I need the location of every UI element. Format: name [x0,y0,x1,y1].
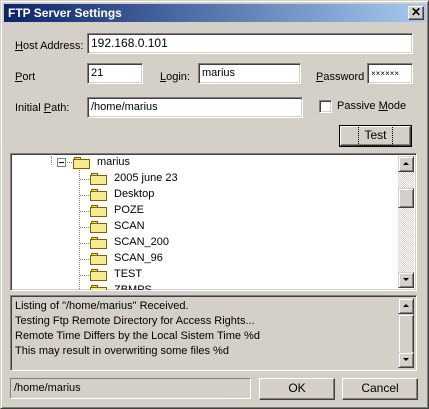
log-line: Listing of "/home/marius" Received. [15,300,189,312]
test-button[interactable]: Test [339,125,412,147]
login-input[interactable]: marius [198,63,301,84]
folder-icon [90,269,107,281]
tree-node-label: TEST [114,268,143,280]
folder-icon [90,173,107,185]
initial-path-label: Initial Path: [15,102,70,114]
host-address-label: Host Address: [15,40,84,52]
folder-icon [90,237,107,249]
tree-node-label: ZBMPS [114,284,152,291]
folder-icon [90,205,107,217]
title-bar[interactable]: FTP Server Settings ✕ [4,4,426,22]
chevron-down-icon [403,278,409,281]
folder-icon [73,157,90,169]
log-scroll-up-button[interactable] [398,298,414,314]
tree-node-label: SCAN [114,220,145,232]
port-input[interactable]: 21 [87,63,143,84]
tree-node-label: Desktop [114,188,155,200]
tree-node-label: SCAN_200 [114,236,170,248]
window-title: FTP Server Settings [8,6,122,20]
passive-mode-checkbox[interactable] [319,100,332,113]
status-path: /home/marius [10,378,251,399]
tree-node-label: POZE [114,204,144,216]
scroll-thumb[interactable] [398,188,414,208]
log-scroll-thumb[interactable] [398,314,414,354]
ok-button[interactable]: OK [259,378,335,400]
passive-mode-label[interactable]: Passive Mode [337,100,406,112]
ftp-settings-dialog: FTP Server Settings ✕ Host Address: 192.… [0,0,429,409]
tree-node-label: 2005 june 23 [114,172,178,184]
log-scroll-down-button[interactable] [398,352,414,368]
scroll-up-button[interactable] [398,156,414,172]
chevron-up-icon [403,162,409,165]
folder-icon [90,189,107,201]
folder-icon [90,221,107,233]
scroll-down-button[interactable] [398,272,414,288]
chevron-down-icon [403,358,409,361]
log-line: This may result in overwriting some file… [15,345,229,357]
log-line: Remote Time Differs by the Local Sistem … [15,330,260,342]
login-label: Login: [160,71,190,83]
directory-tree[interactable]: marius 2005 june 23 Desktop POZE SCAN SCAN_2… [10,153,417,291]
log-line: Testing Ftp Remote Directory for Access … [15,315,255,327]
log-scrollbar[interactable] [398,298,414,368]
chevron-up-icon [403,304,409,307]
close-button[interactable]: ✕ [408,6,424,20]
initial-path-input[interactable]: /home/marius [87,97,303,118]
log-panel: Listing of "/home/marius" Received. Testi… [10,295,417,371]
folder-icon [90,285,107,290]
close-icon: ✕ [410,5,422,19]
tree-collapse-icon[interactable] [57,158,66,167]
tree-scrollbar[interactable] [398,156,414,288]
password-input[interactable]: ×××××× [367,63,413,84]
folder-icon [90,253,107,265]
host-address-input[interactable]: 192.168.0.101 [87,33,413,54]
tree-node-label: SCAN_96 [114,252,163,264]
port-label: Port [15,71,36,83]
cancel-button[interactable]: Cancel [342,378,418,400]
password-label: Password [316,71,365,83]
